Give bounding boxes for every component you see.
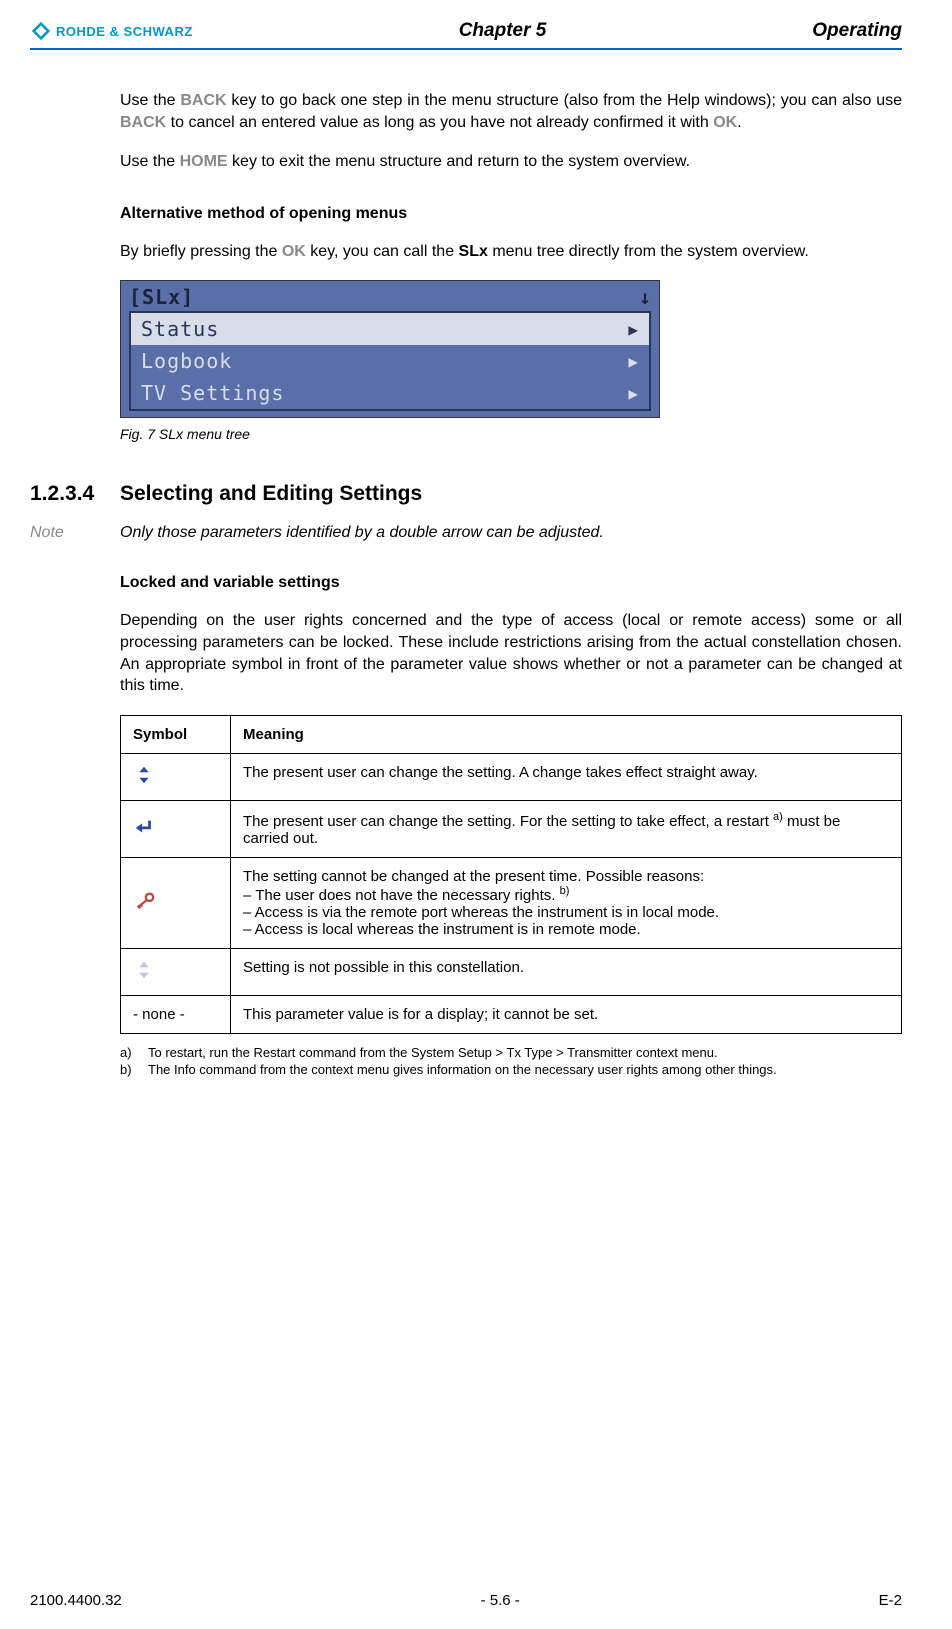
footer-right: E-2 [879, 1592, 902, 1609]
brand-logo: ROHDE & SCHWARZ [30, 20, 193, 42]
menu-body: Status ▶ Logbook ▶ TV Settings ▶ [129, 311, 651, 411]
main-content: Use the BACK key to go back one step in … [120, 90, 902, 1079]
note-row: Note Only those parameters identified by… [120, 524, 902, 542]
table-row: The setting cannot be changed at the pre… [121, 857, 902, 948]
slx-menu-screenshot: [SLx] ↓ Status ▶ Logbook ▶ TV Settings ▶ [120, 280, 660, 418]
intro-paragraph-1: Use the BACK key to go back one step in … [120, 90, 902, 133]
symbol-cell [121, 753, 231, 800]
back-key-ref-2: BACK [120, 114, 166, 131]
table-header-row: Symbol Meaning [121, 715, 902, 753]
footer-left: 2100.4400.32 [30, 1592, 122, 1609]
key-lock-icon [133, 890, 155, 912]
symbol-cell [121, 800, 231, 857]
meaning-cell: The present user can change the setting.… [231, 753, 902, 800]
locked-paragraph: Depending on the user rights concerned a… [120, 610, 902, 696]
down-arrow-icon: ↓ [639, 285, 651, 309]
meaning-cell: This parameter value is for a display; i… [231, 995, 902, 1033]
chapter-label: Chapter 5 [193, 20, 812, 42]
footnote-ref-a: a) [773, 811, 783, 823]
note-text: Only those parameters identified by a do… [120, 524, 604, 542]
section-title: Selecting and Editing Settings [120, 482, 422, 506]
footnote-ref-b: b) [560, 885, 570, 897]
figure-caption: Fig. 7 SLx menu tree [120, 426, 902, 442]
footnotes: a) To restart, run the Restart command f… [120, 1044, 902, 1079]
symbol-cell [121, 857, 231, 948]
col-meaning: Meaning [231, 715, 902, 753]
slx-strong: SLx [459, 243, 488, 260]
symbol-cell [121, 948, 231, 995]
alt-method-paragraph: By briefly pressing the OK key, you can … [120, 241, 902, 263]
brand-text: ROHDE & SCHWARZ [56, 24, 193, 39]
menu-item-status: Status ▶ [131, 313, 649, 345]
back-key-ref: BACK [180, 92, 226, 109]
brand-diamond-icon [30, 20, 52, 42]
menu-title-bar: [SLx] ↓ [121, 281, 659, 311]
footnote-a: a) To restart, run the Restart command f… [120, 1044, 902, 1062]
symbol-table: Symbol Meaning The present user can chan… [120, 715, 902, 1034]
intro-paragraph-2: Use the HOME key to exit the menu struct… [120, 151, 902, 173]
ok-key-ref-2: OK [282, 243, 306, 260]
col-symbol: Symbol [121, 715, 231, 753]
footer-center: - 5.6 - [481, 1592, 520, 1609]
section-heading-row: 1.2.3.4 Selecting and Editing Settings [120, 482, 902, 506]
chevron-right-icon: ▶ [628, 320, 639, 339]
note-label: Note [30, 524, 120, 542]
double-arrow-dim-icon [133, 959, 155, 981]
page-header: ROHDE & SCHWARZ Chapter 5 Operating [30, 20, 902, 50]
menu-title-text: [SLx] [129, 285, 194, 309]
double-arrow-icon [133, 764, 155, 786]
page-footer: 2100.4400.32 - 5.6 - E-2 [30, 1592, 902, 1609]
table-row: Setting is not possible in this constell… [121, 948, 902, 995]
table-row: The present user can change the setting.… [121, 800, 902, 857]
menu-item-logbook: Logbook ▶ [131, 345, 649, 377]
section-number: 1.2.3.4 [30, 482, 120, 506]
home-key-ref: HOME [180, 153, 228, 170]
locked-heading: Locked and variable settings [120, 574, 902, 592]
symbol-cell: - none - [121, 995, 231, 1033]
enter-arrow-icon [133, 816, 155, 838]
chevron-right-icon: ▶ [628, 352, 639, 371]
alt-method-heading: Alternative method of opening menus [120, 205, 902, 223]
page-title: Operating [812, 20, 902, 42]
footnote-b: b) The Info command from the context men… [120, 1061, 902, 1079]
chevron-right-icon: ▶ [628, 384, 639, 403]
table-row: - none - This parameter value is for a d… [121, 995, 902, 1033]
ok-key-ref: OK [713, 114, 737, 131]
meaning-cell: Setting is not possible in this constell… [231, 948, 902, 995]
meaning-cell: The setting cannot be changed at the pre… [231, 857, 902, 948]
menu-item-tv-settings: TV Settings ▶ [131, 377, 649, 409]
meaning-cell: The present user can change the setting.… [231, 800, 902, 857]
table-row: The present user can change the setting.… [121, 753, 902, 800]
